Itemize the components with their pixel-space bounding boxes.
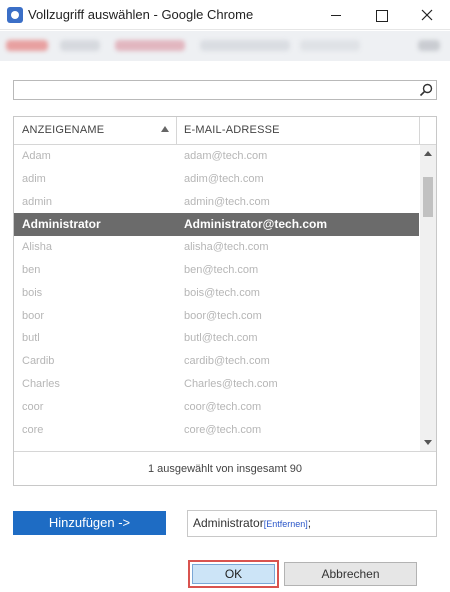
sort-ascending-icon: [161, 126, 169, 132]
cell-name: adim: [22, 172, 46, 185]
table-body: Adam adam@tech.com adim adim@tech.com admi…: [14, 145, 419, 451]
cell-email: adim@tech.com: [184, 172, 264, 185]
minimize-button[interactable]: [313, 0, 359, 30]
cell-email: butl@tech.com: [184, 332, 258, 345]
table-row[interactable]: adim adim@tech.com: [14, 168, 419, 191]
cell-email: core@tech.com: [184, 423, 262, 436]
cell-name: Charles: [22, 377, 60, 390]
table-row[interactable]: Cardib cardib@tech.com: [14, 350, 419, 373]
cell-email: bois@tech.com: [184, 286, 260, 299]
table-row[interactable]: Alisha alisha@tech.com: [14, 236, 419, 259]
cell-name: Alisha: [22, 241, 52, 254]
cell-email: Administrator@tech.com: [184, 217, 328, 232]
vertical-scrollbar[interactable]: [420, 145, 436, 451]
cell-name: Adam: [22, 150, 51, 162]
selected-users-field[interactable]: Administrator[Entfernen];: [187, 510, 437, 537]
table-header: ANZEIGENAME E-MAIL-ADRESSE: [14, 117, 436, 145]
add-button[interactable]: Hinzufügen ->: [13, 511, 166, 535]
cell-email: cardib@tech.com: [184, 355, 270, 368]
column-header-email[interactable]: E-MAIL-ADRESSE: [184, 117, 414, 144]
cancel-button[interactable]: Abbrechen: [284, 562, 417, 586]
ok-button[interactable]: OK: [192, 564, 275, 584]
table-row-selected[interactable]: Administrator Administrator@tech.com: [14, 213, 419, 237]
search-input[interactable]: [13, 80, 437, 100]
cell-name: core: [22, 423, 44, 436]
scroll-down-arrow-icon[interactable]: [424, 440, 432, 445]
column-divider: [176, 117, 177, 144]
cell-email: admin@tech.com: [184, 195, 270, 208]
search-icon[interactable]: [419, 83, 433, 97]
window-title: Vollzugriff auswählen - Google Chrome: [28, 7, 254, 22]
separator: ;: [307, 516, 312, 530]
table-row[interactable]: ben ben@tech.com: [14, 259, 419, 282]
close-button[interactable]: [404, 0, 450, 30]
table-row[interactable]: boor boor@tech.com: [14, 305, 419, 328]
cell-name: bois: [22, 286, 43, 299]
cell-name: coor: [22, 400, 44, 413]
close-icon: [421, 9, 433, 21]
scrollbar-thumb[interactable]: [423, 177, 433, 217]
table-row[interactable]: butl butl@tech.com: [14, 327, 419, 350]
scroll-up-arrow-icon[interactable]: [424, 151, 432, 156]
selected-user-name: Administrator: [193, 516, 264, 530]
table-row[interactable]: coor coor@tech.com: [14, 396, 419, 419]
table-row[interactable]: bois bois@tech.com: [14, 282, 419, 305]
user-table: ANZEIGENAME E-MAIL-ADRESSE Adam adam@tech…: [13, 116, 437, 486]
cell-name: Cardib: [22, 355, 55, 368]
maximize-button[interactable]: [358, 0, 404, 30]
cell-name: ben: [22, 263, 41, 276]
cell-email: Charles@tech.com: [184, 377, 278, 390]
table-row[interactable]: admin admin@tech.com: [14, 191, 419, 214]
table-row[interactable]: Adam adam@tech.com: [14, 145, 419, 168]
remove-link[interactable]: [Entfernen]: [264, 519, 308, 529]
cell-email: adam@tech.com: [184, 150, 268, 162]
cell-name: butl: [22, 332, 40, 345]
blurred-toolbar: [0, 31, 450, 61]
column-header-name[interactable]: ANZEIGENAME: [22, 117, 172, 144]
title-bar: Vollzugriff auswählen - Google Chrome: [0, 0, 450, 30]
ok-highlight: OK: [188, 560, 279, 588]
cell-name: Administrator: [22, 217, 101, 232]
column-divider: [419, 117, 420, 144]
cell-email: coor@tech.com: [184, 400, 262, 413]
cell-name: admin: [22, 195, 52, 208]
chrome-app-icon: [7, 7, 23, 23]
cell-email: ben@tech.com: [184, 263, 259, 276]
cell-name: boor: [22, 309, 45, 322]
table-row[interactable]: Charles Charles@tech.com: [14, 373, 419, 396]
cell-email: boor@tech.com: [184, 309, 262, 322]
cell-email: alisha@tech.com: [184, 241, 269, 254]
table-row[interactable]: core core@tech.com: [14, 419, 419, 442]
selection-count: 1 ausgewählt von insgesamt 90: [14, 451, 436, 485]
